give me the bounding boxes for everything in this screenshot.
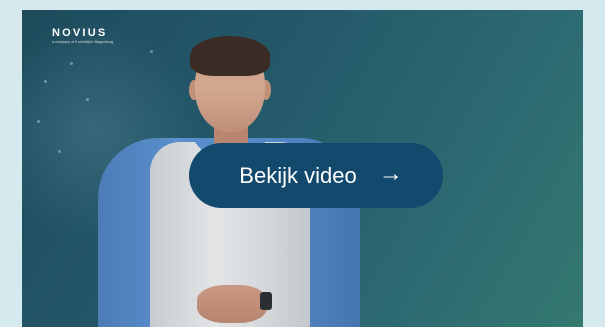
particle (58, 150, 61, 153)
particle (70, 62, 73, 65)
presenter-watch (260, 292, 272, 310)
watch-video-button[interactable]: Bekijk video → (189, 143, 443, 208)
presenter-hands (197, 285, 267, 323)
watch-video-label: Bekijk video (239, 162, 357, 188)
particle (37, 120, 40, 123)
particle (44, 80, 47, 83)
particle (86, 98, 89, 101)
arrow-right-icon: → (378, 160, 403, 187)
presenter-hair (190, 36, 270, 76)
